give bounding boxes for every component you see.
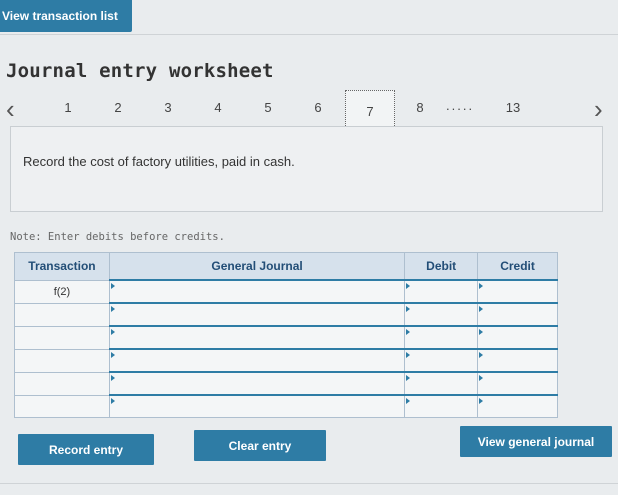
credit-input[interactable]: [477, 394, 558, 418]
view-general-journal-button[interactable]: View general journal: [460, 426, 612, 457]
debit-input[interactable]: [404, 348, 479, 373]
credit-input[interactable]: [477, 371, 558, 396]
page-5-link[interactable]: 5: [258, 100, 278, 115]
page-4-link[interactable]: 4: [208, 100, 228, 115]
page-title: Journal entry worksheet: [6, 60, 274, 82]
table-row: [14, 371, 558, 396]
chevron-left-icon[interactable]: ‹: [6, 94, 15, 124]
account-select[interactable]: [108, 348, 406, 373]
account-select[interactable]: [108, 371, 406, 396]
journal-table: Transaction General Journal Debit Credit…: [14, 252, 558, 418]
transaction-cell: f(2): [14, 279, 110, 304]
page-3-link[interactable]: 3: [158, 100, 178, 115]
general-journal-header: General Journal: [108, 252, 406, 281]
view-transaction-list-button[interactable]: View transaction list: [0, 0, 132, 32]
debit-input[interactable]: [404, 302, 479, 327]
chevron-right-icon[interactable]: ›: [594, 94, 603, 124]
record-entry-button[interactable]: Record entry: [18, 434, 154, 465]
account-select[interactable]: [108, 302, 406, 327]
transaction-cell: [14, 302, 110, 327]
credit-input[interactable]: [477, 302, 558, 327]
debit-input[interactable]: [404, 371, 479, 396]
account-select[interactable]: [108, 394, 406, 418]
table-row: f(2): [14, 279, 558, 304]
transaction-cell: [14, 394, 110, 418]
pagination-ellipsis: .....: [446, 98, 475, 113]
debit-input[interactable]: [404, 325, 479, 350]
instruction-panel: Record the cost of factory utilities, pa…: [10, 126, 603, 212]
table-row: [14, 348, 558, 373]
credit-input[interactable]: [477, 325, 558, 350]
transaction-header: Transaction: [14, 252, 110, 281]
journal-header-row: Transaction General Journal Debit Credit: [14, 252, 558, 281]
credit-input[interactable]: [477, 348, 558, 373]
transaction-cell: [14, 348, 110, 373]
credit-header: Credit: [477, 252, 558, 281]
bottom-divider: [0, 483, 618, 484]
page-2-link[interactable]: 2: [108, 100, 128, 115]
note-text: Note: Enter debits before credits.: [10, 231, 225, 243]
credit-input[interactable]: [477, 279, 558, 304]
transaction-cell: [14, 371, 110, 396]
page-6-link[interactable]: 6: [308, 100, 328, 115]
instruction-text: Record the cost of factory utilities, pa…: [23, 154, 295, 169]
account-select[interactable]: [108, 279, 406, 304]
table-row: [14, 325, 558, 350]
clear-entry-button[interactable]: Clear entry: [194, 430, 326, 461]
transaction-cell: [14, 325, 110, 350]
debit-header: Debit: [404, 252, 479, 281]
table-row: [14, 302, 558, 327]
debit-input[interactable]: [404, 394, 479, 418]
account-select[interactable]: [108, 325, 406, 350]
page-13-link[interactable]: 13: [503, 100, 523, 115]
page-8-link[interactable]: 8: [410, 100, 430, 115]
top-divider: [0, 34, 618, 35]
debit-input[interactable]: [404, 279, 479, 304]
page-1-link[interactable]: 1: [58, 100, 78, 115]
table-row: [14, 394, 558, 418]
